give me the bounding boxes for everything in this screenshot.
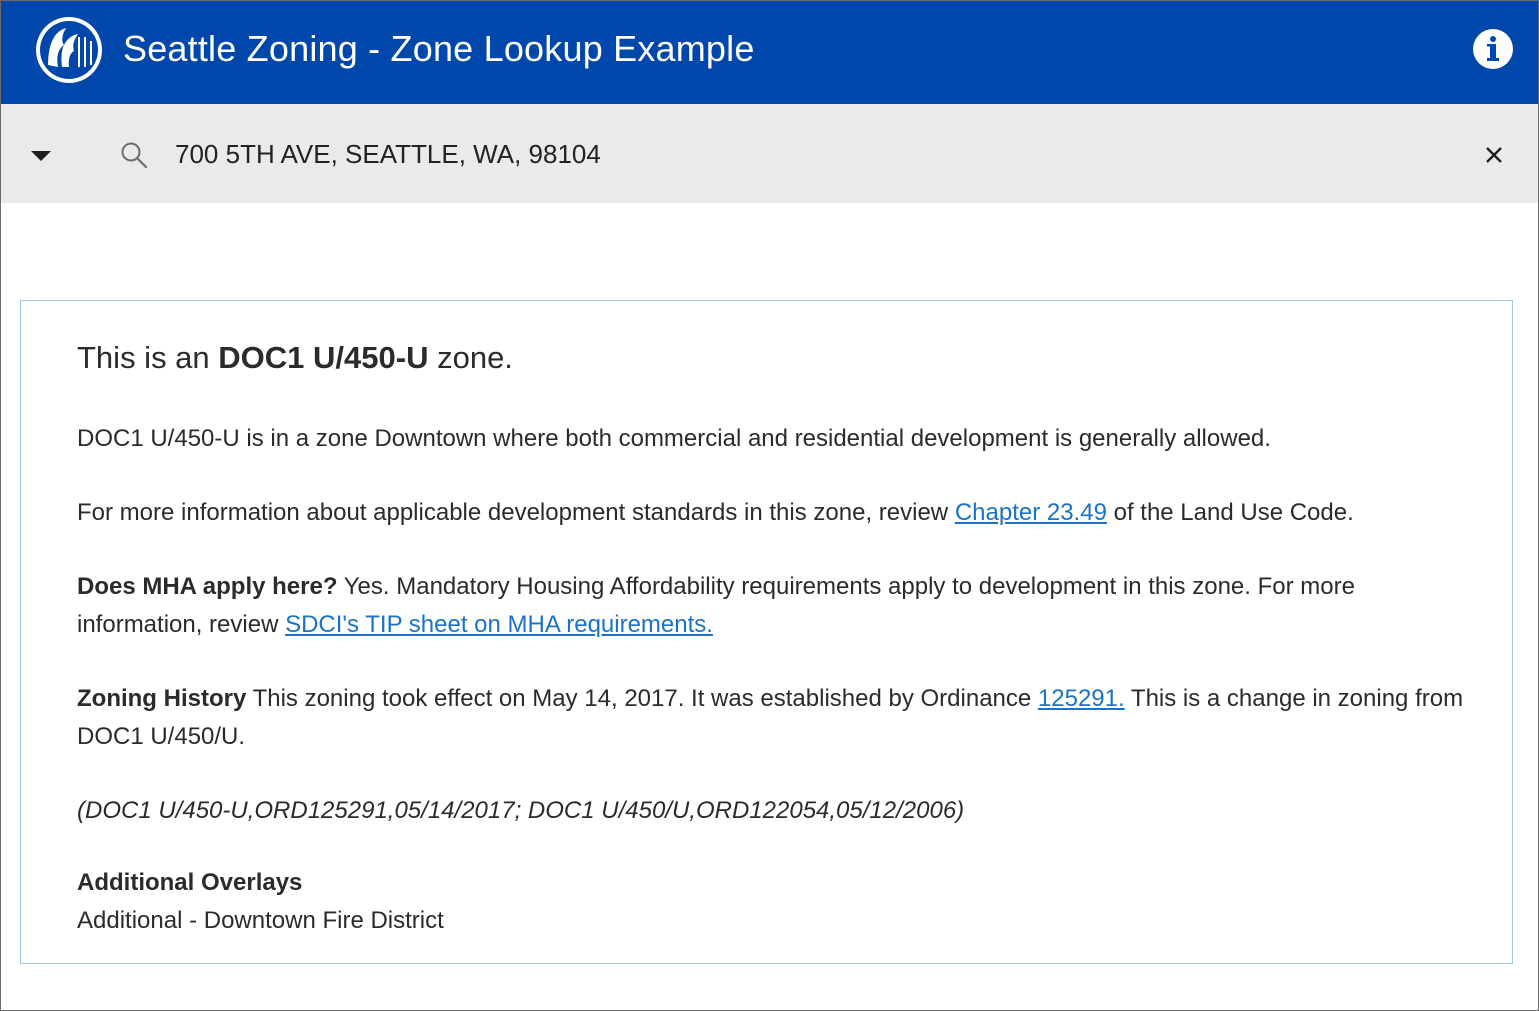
ordinance-link[interactable]: 125291. <box>1038 685 1125 712</box>
result-content: This is an DOC1 U/450-U zone. DOC1 U/450… <box>77 339 1467 940</box>
search-bar <box>1 104 1538 203</box>
mha-label: Does MHA apply here? <box>77 573 338 601</box>
zone-description: DOC1 U/450-U is in a zone Downtown where… <box>77 425 1271 453</box>
mha-paragraph: Does MHA apply here? Yes. Mandatory Hous… <box>77 568 1467 644</box>
search-icon <box>121 142 148 169</box>
zone-heading-prefix: This is an <box>77 340 219 375</box>
history-codes: (DOC1 U/450-U,ORD125291,05/14/2017; DOC1… <box>77 797 965 825</box>
info-icon[interactable] <box>1472 28 1514 70</box>
app-frame: Seattle Zoning - Zone Lookup Example Thi… <box>0 0 1539 1011</box>
close-icon[interactable] <box>1479 140 1509 170</box>
standards-paragraph: For more information about applicable de… <box>77 494 1467 532</box>
zone-code: DOC1 U/450-U <box>218 340 429 375</box>
mha-tip-sheet-link[interactable]: SDCI's TIP sheet on MHA requirements. <box>285 611 713 638</box>
app-title: Seattle Zoning - Zone Lookup Example <box>123 28 755 69</box>
result-card: This is an DOC1 U/450-U zone. DOC1 U/450… <box>20 300 1513 964</box>
overlays-title: Additional Overlays <box>77 869 303 897</box>
standards-suffix: of the Land Use Code. <box>1106 499 1354 527</box>
chapter-link[interactable]: Chapter 23.49 <box>955 499 1107 526</box>
app-header: Seattle Zoning - Zone Lookup Example <box>1 1 1538 104</box>
standards-prefix: For more information about applicable de… <box>77 499 955 527</box>
seattle-seal-icon <box>36 17 102 83</box>
zone-heading: This is an DOC1 U/450-U zone. <box>77 339 1467 376</box>
history-label: Zoning History <box>77 685 247 713</box>
search-input[interactable] <box>171 132 1439 176</box>
caret-down-icon[interactable] <box>23 140 59 170</box>
overlays-value: Additional - Downtown Fire District <box>77 907 444 935</box>
history-text: This zoning took effect on May 14, 2017.… <box>246 685 1038 713</box>
history-paragraph: Zoning History This zoning took effect o… <box>77 680 1467 756</box>
zone-heading-suffix: zone. <box>428 340 513 375</box>
